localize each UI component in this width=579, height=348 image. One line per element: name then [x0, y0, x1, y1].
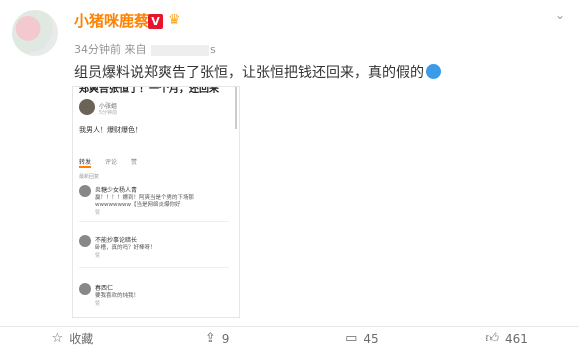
comment-text: 要我喜欢的炖我！ [95, 293, 140, 299]
favorite-label: 收藏 [69, 332, 94, 346]
screenshot-section-label: 最新回复 [79, 174, 100, 180]
source-suffix: s [210, 43, 216, 56]
comment-text: 卧槽，真的吗？好棒呀！ [95, 245, 156, 251]
comment-avatar [79, 235, 91, 247]
comment-text-2: wwwwwwww【当是网络炎爆你好 [95, 202, 181, 208]
source-prefix: 来自 [124, 43, 147, 56]
repost-icon: ⇪ [204, 331, 216, 346]
screenshot-avatar [79, 99, 95, 115]
divider [79, 221, 229, 222]
repost-button[interactable]: ⇪ 9 [145, 327, 290, 348]
comment-button[interactable]: ▭ 45 [290, 327, 435, 348]
star-icon: ☆ [51, 331, 64, 346]
user-name[interactable]: 小猪咪鹿蔡 [74, 10, 149, 31]
chevron-down-icon[interactable]: ⌄ [555, 8, 565, 22]
like-button[interactable]: 👍︎ 461 [434, 327, 579, 348]
user-avatar[interactable] [12, 10, 58, 56]
thumbs-up-icon: 👍︎ [485, 331, 499, 346]
comment-like: 赞 [95, 210, 101, 216]
screenshot-tabs: 转发 评论 赞 [79, 157, 229, 168]
screenshot-poster-time: 5分钟前 [99, 110, 118, 116]
screenshot-scrollbar [235, 87, 237, 129]
repost-count: 9 [221, 331, 230, 346]
post-meta: 34分钟前 来自 s [74, 41, 216, 57]
embedded-screenshot[interactable]: 郑爽告张恒了！一个月，还回来 小张姐 5分钟前 我男人！爆财爆色！ 转发 评论 … [72, 86, 240, 318]
screenshot-tab-comment: 评论 [105, 159, 118, 166]
divider [79, 267, 229, 268]
member-crown-icon: ♛ [168, 12, 181, 28]
action-bar: ☆ 收藏 ⇪ 9 ▭ 45 👍︎ 461 [0, 326, 579, 348]
comment-count: 45 [363, 331, 379, 346]
screenshot-text: 我男人！爆财爆色！ [79, 126, 142, 134]
verified-badge-icon: V [148, 14, 163, 29]
screenshot-tab-repost: 转发 [79, 159, 92, 168]
comment-like: 赞 [95, 301, 101, 307]
comment-avatar [79, 283, 91, 295]
source-redacted [151, 44, 209, 56]
post-text: 组员爆料说郑爽告了张恒，让张恒把钱还回来，真的假的 [74, 62, 441, 82]
screenshot-title: 郑爽告张恒了！一个月，还回来 [79, 86, 219, 95]
favorite-button[interactable]: ☆ 收藏 [0, 327, 145, 348]
comment-avatar [79, 185, 91, 197]
post-time: 34分钟前 [74, 43, 121, 56]
comment-icon: ▭ [345, 331, 358, 346]
like-count: 461 [504, 331, 528, 346]
comment-like: 赞 [95, 253, 101, 259]
emoji-icon [426, 64, 441, 79]
screenshot-tab-like: 赞 [131, 159, 138, 166]
